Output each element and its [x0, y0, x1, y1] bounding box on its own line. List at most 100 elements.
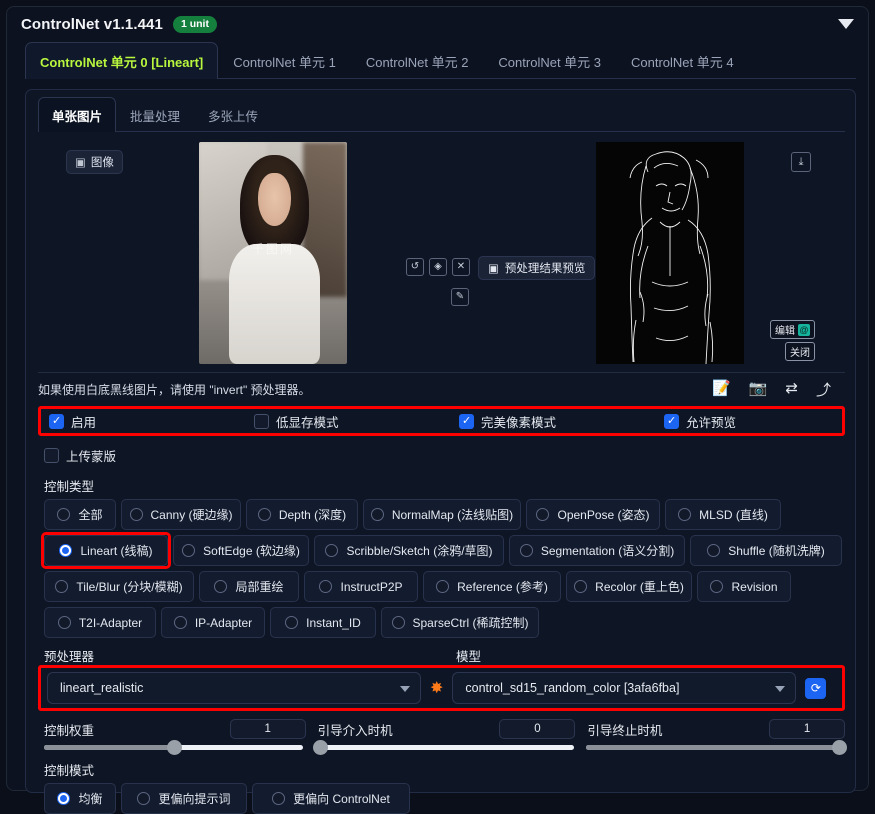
control-type-sparsectrl[interactable]: SparseCtrl (稀疏控制)	[381, 607, 539, 638]
close-button[interactable]: 关闭	[785, 342, 815, 361]
radio-icon[interactable]	[519, 544, 533, 557]
checkbox-allow-preview[interactable]: 允许预览	[664, 412, 736, 431]
control-type-scribble[interactable]: Scribble/Sketch (涂鸦/草图)	[314, 535, 504, 566]
control-type-shuffle[interactable]: Shuffle (随机洗牌)	[690, 535, 842, 566]
radio-icon[interactable]	[707, 544, 721, 557]
slider-knob[interactable]	[832, 740, 847, 755]
swap-icon[interactable]: ⇄	[785, 379, 798, 400]
checkbox-upload-mask-box[interactable]	[44, 447, 59, 463]
checkbox-enable-box[interactable]	[49, 413, 64, 429]
control-weight-value[interactable]: 1	[229, 719, 306, 739]
send-icon[interactable]: ⤴	[816, 379, 831, 400]
radio-icon[interactable]	[536, 508, 550, 521]
radio-icon[interactable]	[137, 792, 151, 805]
control-mode-prompt[interactable]: 更偏向提示词	[121, 783, 247, 814]
radio-icon[interactable]	[57, 616, 71, 629]
control-type-t2i-adapter[interactable]: T2I-Adapter	[44, 607, 156, 638]
control-type-instant-id[interactable]: Instant_ID	[270, 607, 376, 638]
radio-icon[interactable]	[257, 508, 271, 521]
control-type-reference[interactable]: Reference (参考)	[423, 571, 561, 602]
radio-icon[interactable]	[325, 544, 339, 557]
checkbox-pixel-perfect-box[interactable]	[459, 413, 474, 429]
radio-icon[interactable]	[182, 544, 196, 557]
radio-icon[interactable]	[272, 792, 286, 805]
radio-icon[interactable]	[55, 580, 69, 593]
radio-icon[interactable]	[319, 580, 333, 593]
preprocessor-result-preview[interactable]	[596, 142, 744, 364]
control-type-normalmap[interactable]: NormalMap (法线贴图)	[363, 499, 521, 530]
radio-icon[interactable]	[173, 616, 187, 629]
undo-icon[interactable]: ↺	[406, 258, 424, 276]
control-type-openpose[interactable]: OpenPose (姿态)	[526, 499, 660, 530]
control-type-all[interactable]: 全部	[44, 499, 116, 530]
guidance-start-slider[interactable]	[313, 740, 574, 755]
radio-icon[interactable]	[214, 580, 228, 593]
checkbox-enable[interactable]: 启用	[49, 412, 254, 431]
model-dropdown[interactable]: control_sd15_random_color [3afa6fba]	[452, 672, 797, 704]
tab-unit-4[interactable]: ControlNet 单元 4	[616, 42, 749, 79]
control-weight-slider[interactable]	[44, 740, 303, 755]
radio-icon[interactable]	[57, 508, 71, 521]
preview-pill-label: 预处理结果预览	[504, 263, 586, 275]
control-type-instructp2p[interactable]: InstructP2P	[304, 571, 418, 602]
chevron-down-icon[interactable]	[838, 19, 854, 29]
radio-icon[interactable]	[370, 508, 384, 521]
edit-button[interactable]: 编辑 @	[770, 320, 815, 339]
image-upload-pill[interactable]: ▣ 图像	[66, 150, 123, 174]
brush-icon[interactable]: ✎	[451, 288, 469, 306]
radio-icon[interactable]	[129, 508, 143, 521]
control-type-segmentation[interactable]: Segmentation (语义分割)	[509, 535, 685, 566]
preprocessor-preview-pill[interactable]: ▣ 预处理结果预览	[478, 256, 596, 280]
radio-icon[interactable]	[57, 792, 71, 805]
chevron-down-icon[interactable]	[400, 686, 410, 692]
control-type-revision[interactable]: Revision	[697, 571, 791, 602]
tab-unit-1[interactable]: ControlNet 单元 1	[218, 42, 351, 79]
tab-unit-2[interactable]: ControlNet 单元 2	[351, 42, 484, 79]
refresh-icon[interactable]: ⟳	[805, 677, 827, 699]
control-type-depth[interactable]: Depth (深度)	[246, 499, 358, 530]
tab-unit-3[interactable]: ControlNet 单元 3	[483, 42, 616, 79]
radio-icon[interactable]	[678, 508, 692, 521]
guidance-end-value[interactable]: 1	[769, 719, 846, 739]
close-icon[interactable]: ✕	[452, 258, 470, 276]
control-type-tile-blur[interactable]: Tile/Blur (分块/模糊)	[44, 571, 194, 602]
checkbox-pixel-perfect[interactable]: 完美像素模式	[459, 412, 664, 431]
slider-knob[interactable]	[166, 740, 182, 755]
tab-batch[interactable]: 批量处理	[116, 97, 194, 132]
model-value: control_sd15_random_color [3afa6fba]	[465, 681, 680, 695]
controlnet-accordion: ControlNet v1.1.441 1 unit ControlNet 单元…	[6, 6, 869, 814]
radio-icon[interactable]	[285, 616, 299, 629]
tab-multi-upload[interactable]: 多张上传	[194, 97, 272, 132]
eraser-icon[interactable]: ◈	[429, 258, 447, 276]
radio-icon[interactable]	[59, 544, 73, 557]
spark-icon[interactable]: ✸	[430, 678, 443, 698]
radio-icon[interactable]	[436, 580, 450, 593]
tab-single-image[interactable]: 单张图片	[38, 97, 117, 132]
control-type-inpaint[interactable]: 局部重绘	[199, 571, 299, 602]
file-edit-icon[interactable]: 📝	[712, 379, 731, 400]
slider-knob[interactable]	[313, 740, 328, 755]
download-icon[interactable]: ⤓	[791, 152, 811, 172]
guidance-end-slider[interactable]	[586, 740, 847, 755]
control-type-canny[interactable]: Canny (硬边缘)	[121, 499, 241, 530]
control-type-mlsd[interactable]: MLSD (直线)	[665, 499, 781, 530]
radio-icon[interactable]	[710, 580, 724, 593]
chevron-down-icon[interactable]	[775, 686, 786, 692]
tab-unit-0[interactable]: ControlNet 单元 0 [Lineart]	[25, 42, 219, 79]
control-mode-controlnet[interactable]: 更偏向 ControlNet	[252, 783, 410, 814]
input-image-preview[interactable]: 千图网	[199, 142, 347, 364]
control-type-recolor[interactable]: Recolor (重上色)	[566, 571, 692, 602]
radio-icon[interactable]	[391, 616, 405, 629]
checkbox-low-vram-box[interactable]	[254, 413, 269, 429]
control-type-lineart[interactable]: Lineart (线稿)	[41, 532, 171, 569]
control-type-ip-adapter[interactable]: IP-Adapter	[161, 607, 265, 638]
guidance-start-value[interactable]: 0	[499, 719, 576, 739]
radio-icon[interactable]	[574, 580, 588, 593]
checkbox-upload-mask[interactable]: 上传蒙版	[44, 446, 116, 465]
checkbox-allow-preview-box[interactable]	[664, 413, 679, 429]
camera-icon[interactable]: 📷	[749, 379, 768, 400]
control-type-softedge[interactable]: SoftEdge (软边缘)	[173, 535, 309, 566]
checkbox-low-vram[interactable]: 低显存模式	[254, 412, 459, 431]
preprocessor-dropdown[interactable]: lineart_realistic	[47, 672, 421, 704]
control-mode-balanced[interactable]: 均衡	[44, 783, 116, 814]
